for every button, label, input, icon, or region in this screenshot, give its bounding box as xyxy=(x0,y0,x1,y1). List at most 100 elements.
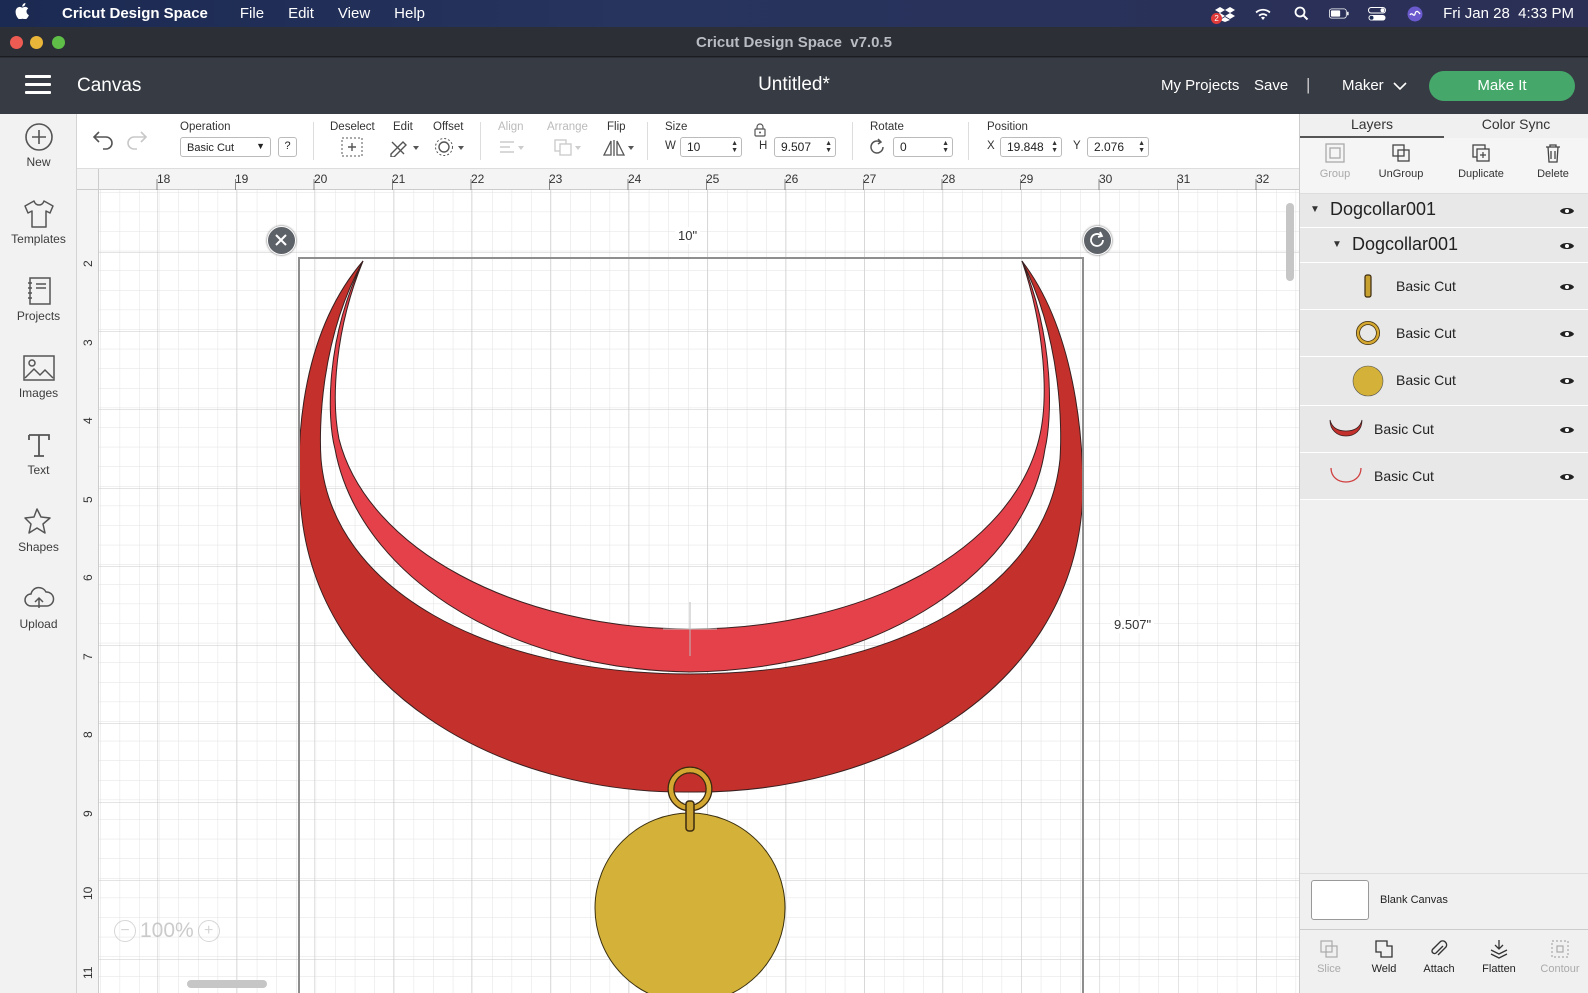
siri-icon[interactable] xyxy=(1405,6,1425,22)
collapse-triangle-icon[interactable]: ▼ xyxy=(1310,204,1320,215)
offset-icon[interactable] xyxy=(434,137,466,160)
rotate-icon[interactable] xyxy=(868,138,886,159)
eye-icon[interactable] xyxy=(1559,375,1575,387)
arrange-icon[interactable] xyxy=(553,137,585,160)
sidebar-item-templates[interactable]: Templates xyxy=(0,191,77,263)
eye-icon[interactable] xyxy=(1559,328,1575,340)
align-icon[interactable] xyxy=(498,137,530,160)
slice-button[interactable]: Slice xyxy=(1300,938,1358,975)
selection-box[interactable] xyxy=(298,257,1084,993)
sidebar-item-upload[interactable]: Upload xyxy=(0,576,77,648)
apple-menu-icon[interactable] xyxy=(0,3,44,24)
height-input[interactable]: 9.507 ▲ ▼ xyxy=(774,137,836,157)
group-button[interactable]: Group xyxy=(1300,142,1370,180)
layer-group-row[interactable]: ▼ Dogcollar001 xyxy=(1300,228,1588,263)
flip-icon[interactable] xyxy=(602,137,637,162)
collapse-triangle-icon[interactable]: ▼ xyxy=(1332,239,1342,250)
operation-help-button[interactable]: ? xyxy=(278,137,297,157)
save-button[interactable]: Save xyxy=(1254,77,1288,94)
clock[interactable]: Fri Jan 28 4:33 PM xyxy=(1443,5,1574,22)
tab-layers[interactable]: Layers xyxy=(1300,114,1444,138)
spotlight-search-icon[interactable] xyxy=(1291,6,1311,22)
delete-selection-button[interactable] xyxy=(267,226,296,255)
make-it-button[interactable]: Make It xyxy=(1429,71,1575,101)
layer-name: Basic Cut xyxy=(1374,421,1434,437)
sidebar-item-label: Templates xyxy=(11,232,66,246)
width-stepper[interactable]: ▲ ▼ xyxy=(731,140,738,154)
y-position-input[interactable]: 2.076 ▲ ▼ xyxy=(1087,137,1149,157)
zoom-in-button[interactable]: + xyxy=(197,920,220,942)
width-value: 10 xyxy=(687,140,701,154)
layer-name: Basic Cut xyxy=(1396,325,1456,341)
delete-button[interactable]: Delete xyxy=(1518,142,1588,180)
machine-selector[interactable]: Maker xyxy=(1342,77,1384,94)
y-position-stepper[interactable]: ▲ ▼ xyxy=(1138,140,1145,154)
control-center-icon[interactable] xyxy=(1367,6,1387,22)
chevron-down-icon[interactable] xyxy=(1393,78,1407,96)
vertical-scrollbar[interactable] xyxy=(1286,203,1294,281)
layer-group-row[interactable]: ▼ Dogcollar001 xyxy=(1300,194,1588,228)
ruler-tick-label: 32 xyxy=(1256,172,1270,186)
layer-row[interactable]: Basic Cut xyxy=(1300,310,1588,357)
ungroup-button[interactable]: UnGroup xyxy=(1366,142,1436,180)
sidebar-item-label: Projects xyxy=(16,309,61,323)
group-label: Group xyxy=(1319,168,1351,180)
layer-row[interactable]: Basic Cut xyxy=(1300,453,1588,500)
edit-tools-icon[interactable] xyxy=(389,137,421,160)
undo-icon[interactable] xyxy=(91,128,115,153)
rotate-handle-button[interactable] xyxy=(1083,226,1112,255)
design-canvas[interactable]: 10" 9.507" 18 19 20 21 22 23 24 25 26 27… xyxy=(77,169,1299,993)
redo-icon[interactable] xyxy=(125,128,149,153)
dropbox-icon[interactable]: 2 xyxy=(1211,6,1236,24)
eye-icon[interactable] xyxy=(1559,424,1575,436)
group-icon xyxy=(1325,143,1345,163)
app-name-menu[interactable]: Cricut Design Space xyxy=(44,5,228,22)
eye-icon[interactable] xyxy=(1559,471,1575,483)
attach-label: Attach xyxy=(1423,963,1455,975)
flatten-button[interactable]: Flatten xyxy=(1470,938,1528,975)
sidebar-item-projects[interactable]: Projects xyxy=(0,268,77,340)
my-projects-link[interactable]: My Projects xyxy=(1161,77,1239,94)
operation-select[interactable]: Basic Cut ▼ xyxy=(180,137,271,157)
contour-button[interactable]: Contour xyxy=(1531,938,1588,975)
x-position-stepper[interactable]: ▲ ▼ xyxy=(1051,140,1058,154)
lock-icon[interactable] xyxy=(754,123,766,140)
blank-canvas-row[interactable]: Blank Canvas xyxy=(1300,873,1588,929)
ruler-tick-label: 5 xyxy=(81,496,95,503)
sidebar-item-shapes[interactable]: Shapes xyxy=(0,499,77,571)
eye-icon[interactable] xyxy=(1559,240,1575,252)
weld-button[interactable]: Weld xyxy=(1355,938,1413,975)
duplicate-label: Duplicate xyxy=(1458,168,1504,180)
layers-empty-area xyxy=(1300,500,1588,873)
x-position-input[interactable]: 19.848 ▲ ▼ xyxy=(1000,137,1062,157)
duplicate-button[interactable]: Duplicate xyxy=(1446,142,1516,180)
weld-icon xyxy=(1375,940,1393,958)
width-input[interactable]: 10 ▲ ▼ xyxy=(680,137,742,157)
layer-row[interactable]: Basic Cut xyxy=(1300,406,1588,453)
rotate-input[interactable]: 0 ▲ ▼ xyxy=(893,137,953,157)
sidebar-item-new[interactable]: New xyxy=(0,114,77,186)
ruler-corner xyxy=(77,169,99,190)
height-stepper[interactable]: ▲ ▼ xyxy=(825,140,832,154)
menu-file[interactable]: File xyxy=(228,5,276,22)
horizontal-scrollbar[interactable] xyxy=(187,980,267,988)
sidebar-item-images[interactable]: Images xyxy=(0,345,77,417)
zoom-out-button[interactable]: − xyxy=(114,920,136,942)
attach-button[interactable]: Attach xyxy=(1410,938,1468,975)
blank-canvas-swatch[interactable] xyxy=(1311,880,1369,920)
eye-icon[interactable] xyxy=(1559,205,1575,217)
layer-row[interactable]: Basic Cut xyxy=(1300,357,1588,406)
menu-view[interactable]: View xyxy=(326,5,382,22)
deselect-icon[interactable] xyxy=(341,137,363,160)
rotate-stepper[interactable]: ▲ ▼ xyxy=(942,140,949,154)
battery-icon[interactable] xyxy=(1329,6,1349,22)
menu-edit[interactable]: Edit xyxy=(276,5,326,22)
wifi-icon[interactable] xyxy=(1253,6,1273,22)
layer-row[interactable]: Basic Cut xyxy=(1300,263,1588,310)
ruler-tick-label: 8 xyxy=(81,731,95,738)
eye-icon[interactable] xyxy=(1559,281,1575,293)
sidebar-item-text[interactable]: Text xyxy=(0,422,77,494)
menu-help[interactable]: Help xyxy=(382,5,437,22)
ruler-tick-label: 4 xyxy=(81,417,95,424)
tab-color-sync[interactable]: Color Sync xyxy=(1444,114,1588,138)
